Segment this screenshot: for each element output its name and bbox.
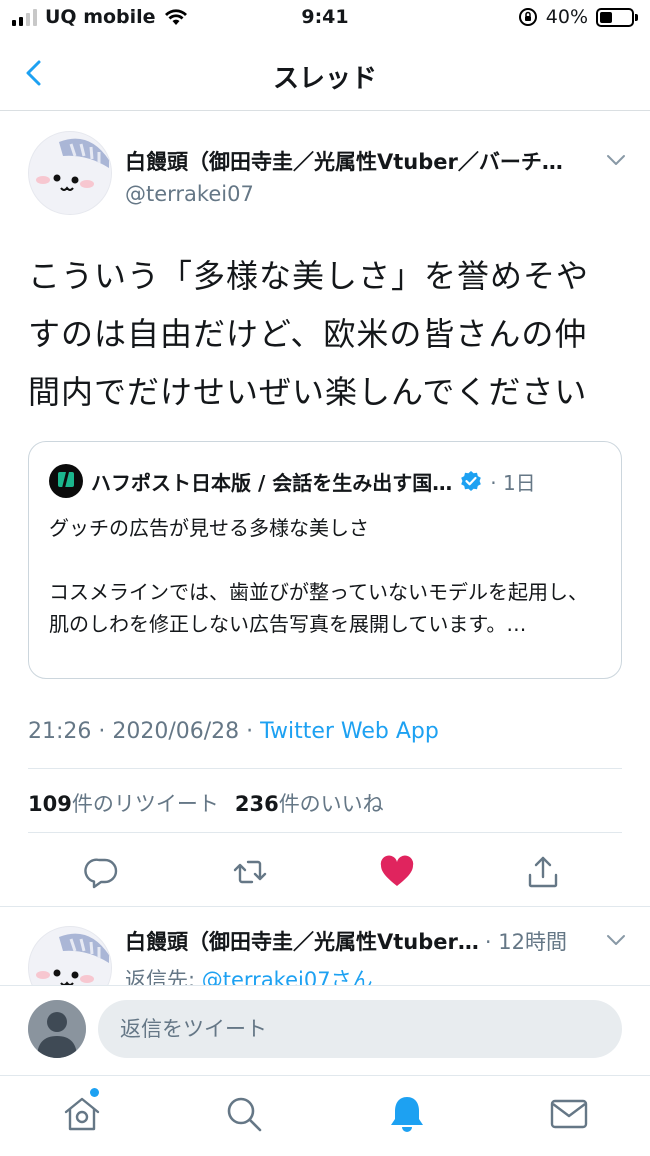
like-count: 236 (234, 792, 279, 816)
messages-icon[interactable] (549, 1094, 589, 1134)
battery-icon (596, 7, 638, 27)
quoted-tweet-header: ハフポスト日本版 / 会話を生み出す国… · 1日 (49, 464, 609, 498)
orientation-lock-icon (518, 8, 537, 26)
author-info[interactable]: 白饅頭（御田寺圭／光属性Vtuber／バーチ… @terrakei07 (125, 146, 605, 206)
search-icon[interactable] (224, 1094, 264, 1134)
author-name[interactable]: 白饅頭（御田寺圭／光属性Vtuber／バーチ… (125, 146, 595, 176)
my-avatar[interactable] (28, 1000, 86, 1058)
reply-composer: 返信をツイート (0, 985, 650, 1075)
battery-level (600, 11, 612, 23)
divider (28, 768, 622, 769)
status-right: 40% (518, 6, 638, 28)
reply-time: · 12時間 (484, 930, 567, 954)
status-bar: UQ mobile 9:41 40% (0, 0, 650, 38)
retweet-label: 件のリツイート (71, 792, 219, 816)
reply-info[interactable]: 白饅頭（御田寺圭／光属性Vtuber… · 12時間 返信先: @terrake… (125, 926, 625, 994)
tweet-text: こういう「多様な美しさ」を誉めそや すのは自由だけど、欧米の皆さんの仲 間内でだ… (28, 257, 590, 411)
share-icon[interactable] (525, 854, 561, 890)
like-label: 件のいいね (278, 792, 384, 816)
reply-icon[interactable] (84, 854, 120, 890)
tweet-separator (0, 906, 650, 907)
chevron-down-icon[interactable] (605, 933, 627, 947)
home-icon[interactable] (62, 1094, 102, 1134)
huffpost-logo-icon (49, 464, 83, 498)
like-stat[interactable]: 236件のいいね (235, 792, 384, 816)
quoted-tweet[interactable]: ハフポスト日本版 / 会話を生み出す国… · 1日 グッチの広告が見せる多様な美… (28, 441, 622, 679)
like-heart-icon[interactable] (379, 854, 415, 890)
author-avatar[interactable] (28, 131, 112, 215)
nav-header: スレッド (0, 38, 650, 111)
author-handle[interactable]: @terrakei07 (125, 182, 605, 206)
retweet-stat[interactable]: 109件のリツイート (28, 792, 219, 816)
notifications-icon[interactable] (387, 1094, 427, 1134)
tweet-source-link[interactable]: Twitter Web App (260, 719, 439, 744)
page-title: スレッド (272, 64, 377, 94)
reply-author-name[interactable]: 白饅頭（御田寺圭／光属性Vtuber… (125, 926, 479, 956)
default-user-icon (28, 1000, 86, 1058)
quoted-time: · 1日 (490, 470, 536, 495)
notification-dot (90, 1088, 99, 1097)
tweet-actions (0, 848, 650, 896)
retweet-count: 109 (28, 792, 72, 816)
retweet-icon[interactable] (232, 854, 268, 890)
chevron-down-icon[interactable] (605, 153, 627, 167)
tweet-stats: 109件のリツイート 236件のいいね (28, 788, 384, 818)
quoted-text: グッチの広告が見せる多様な美しさ コスメラインでは、歯並びが整っていないモデルを… (49, 516, 588, 636)
quoted-author-name: ハフポスト日本版 / 会話を生み出す国… (91, 470, 453, 495)
reply-input[interactable]: 返信をツイート (98, 1000, 622, 1058)
tweet-timestamp: 21:26 · 2020/06/28 · (28, 719, 261, 744)
mascot-avatar-image (29, 132, 111, 214)
tweet-meta: 21:26 · 2020/06/28 · Twitter Web App (28, 719, 439, 744)
battery-percent: 40% (545, 6, 588, 28)
verified-badge-icon (461, 471, 482, 491)
divider (28, 832, 622, 833)
tab-bar (0, 1075, 650, 1156)
